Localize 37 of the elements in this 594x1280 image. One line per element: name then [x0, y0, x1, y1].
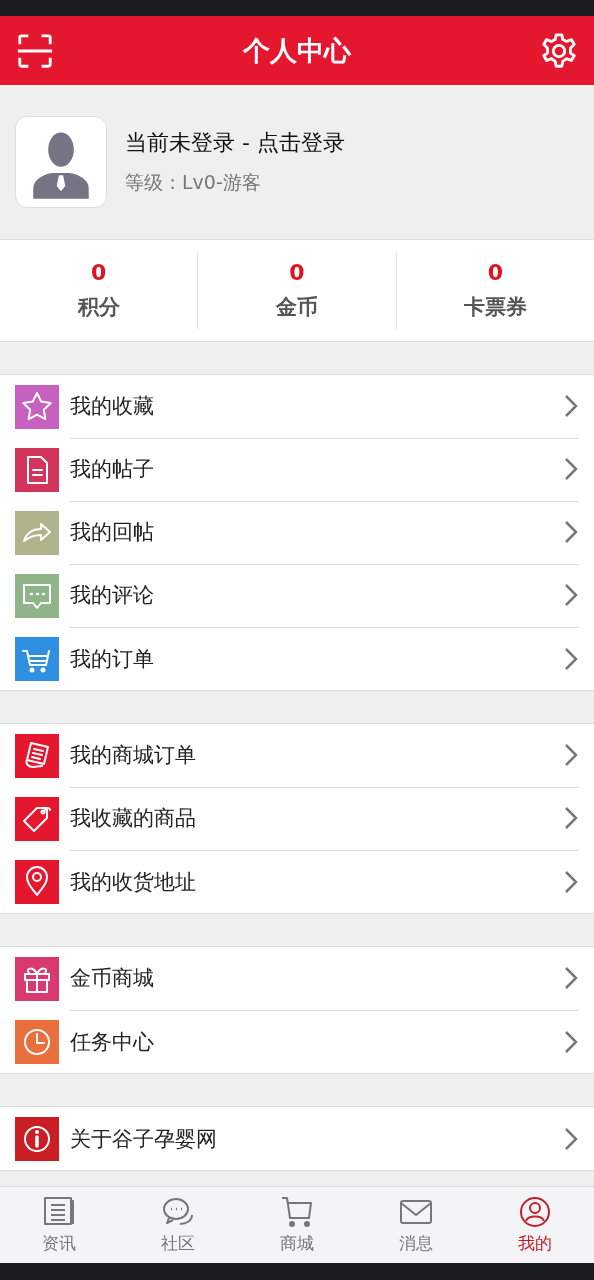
- chevron-right-icon: [564, 1029, 578, 1054]
- chevron-right-icon: [564, 646, 578, 671]
- tab-bar-item[interactable]: 我的: [475, 1187, 594, 1263]
- tab-bar-item[interactable]: 社区: [118, 1187, 238, 1263]
- chevron-right-icon: [564, 966, 578, 990]
- tab-bar-item[interactable]: 商城: [237, 1187, 357, 1263]
- stat-item[interactable]: 0 卡票券: [395, 252, 594, 329]
- menu-item[interactable]: 我的订单: [0, 627, 594, 690]
- tab-bar-item[interactable]: 消息: [356, 1187, 476, 1263]
- user-level: 等级：Lv0-游客: [125, 170, 262, 195]
- settings-icon[interactable]: [540, 31, 578, 70]
- stat-item[interactable]: 0 金币: [197, 252, 396, 329]
- chevron-right-icon: [564, 394, 578, 418]
- menu-item[interactable]: 我的回帖: [0, 501, 594, 564]
- stat-item[interactable]: 0 积分: [0, 252, 198, 329]
- chevron-right-icon: [564, 869, 578, 894]
- chevron-right-icon: [564, 743, 578, 767]
- menu-item[interactable]: 任务中心: [0, 1010, 594, 1073]
- menu-item[interactable]: 金币商城: [0, 947, 594, 1010]
- avatar[interactable]: [15, 116, 107, 208]
- menu-item[interactable]: 关于谷子孕婴网: [0, 1107, 594, 1170]
- menu-item[interactable]: 我的商城订单: [0, 724, 594, 787]
- menu-item[interactable]: 我的帖子: [0, 438, 594, 501]
- tab-bar-item[interactable]: 资讯: [0, 1187, 119, 1263]
- chevron-right-icon: [564, 520, 578, 544]
- scan-icon[interactable]: [16, 31, 54, 70]
- chevron-right-icon: [564, 457, 578, 481]
- menu-item[interactable]: 我的收货地址: [0, 850, 594, 913]
- menu-item[interactable]: 我收藏的商品: [0, 787, 594, 850]
- login-link[interactable]: 当前未登录 - 点击登录: [125, 128, 345, 158]
- cart-icon: [279, 1195, 315, 1228]
- menu-item[interactable]: 我的收藏: [0, 375, 594, 438]
- menu-item[interactable]: 我的评论: [0, 564, 594, 627]
- chevron-right-icon: [564, 806, 578, 830]
- page-title: 个人中心: [243, 33, 351, 68]
- chevron-right-icon: [564, 1126, 578, 1151]
- chevron-right-icon: [564, 583, 578, 607]
